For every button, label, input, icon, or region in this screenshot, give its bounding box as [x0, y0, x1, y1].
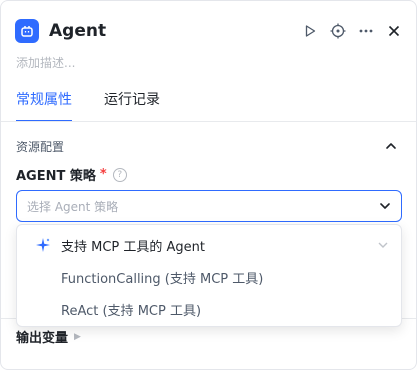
help-icon[interactable]: ?	[112, 167, 127, 182]
more-icon	[359, 29, 373, 33]
panel-header: Agent	[15, 17, 404, 45]
agent-app-icon	[15, 19, 39, 43]
caret-right-icon: ▶	[74, 331, 81, 342]
chevron-up-icon	[386, 143, 396, 149]
tab-general-properties[interactable]: 常规属性	[16, 89, 72, 122]
required-mark: *	[99, 167, 107, 182]
chevron-down-icon	[378, 242, 388, 248]
header-actions	[300, 21, 404, 41]
crosshair-icon	[330, 23, 346, 39]
field-label-text: AGENT 策略	[16, 169, 96, 184]
option-react[interactable]: ReAct (支持 MCP 工具)	[17, 293, 401, 325]
select-placeholder: 选择 Agent 策略	[27, 199, 119, 214]
tab-run-history[interactable]: 运行记录	[104, 89, 160, 122]
tab-bar: 常规属性 运行记录	[16, 89, 160, 122]
close-button[interactable]	[384, 21, 404, 41]
option-label: 支持 MCP 工具的 Agent	[61, 239, 206, 255]
more-button[interactable]	[356, 21, 376, 41]
page-title: Agent	[49, 21, 107, 41]
run-button[interactable]	[300, 21, 320, 41]
option-mcp-agent[interactable]: 支持 MCP 工具的 Agent	[17, 229, 401, 261]
description-input[interactable]: 添加描述...	[16, 54, 75, 71]
option-label: ReAct (支持 MCP 工具)	[61, 303, 202, 319]
locate-button[interactable]	[328, 21, 348, 41]
section-title: 资源配置	[16, 140, 65, 154]
option-label: FunctionCalling (支持 MCP 工具)	[61, 271, 264, 287]
node-panel: Agent 添加描述... 常规属性 运行记录 资源配置 AGENT 策略 * …	[0, 0, 417, 370]
close-icon	[388, 25, 400, 37]
strategy-dropdown-menu: 支持 MCP 工具的 Agent FunctionCalling (支持 MCP…	[16, 224, 402, 327]
sparkle-icon	[35, 237, 51, 253]
play-icon	[305, 25, 316, 37]
option-function-calling[interactable]: FunctionCalling (支持 MCP 工具)	[17, 261, 401, 293]
agent-strategy-select[interactable]: 选择 Agent 策略	[16, 190, 402, 222]
output-variables-label: 输出变量	[16, 331, 69, 346]
output-variables-toggle[interactable]: 输出变量 ▶	[16, 327, 81, 346]
agent-strategy-label: AGENT 策略 * ?	[16, 165, 127, 184]
chevron-down-icon	[380, 203, 390, 209]
tabs-divider	[1, 121, 416, 122]
section-collapse-button[interactable]	[384, 138, 398, 152]
